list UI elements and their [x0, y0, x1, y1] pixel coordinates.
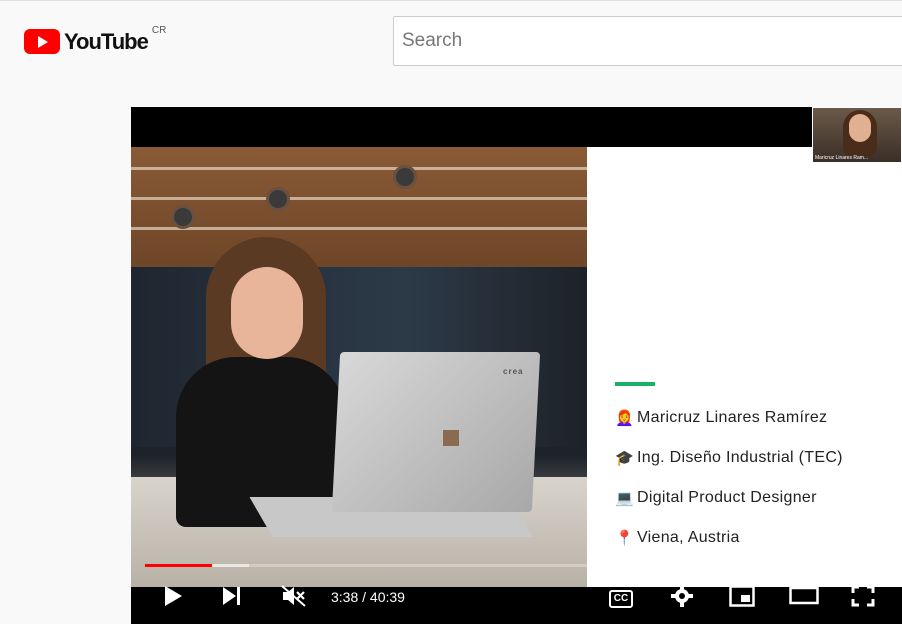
accent-bar [615, 382, 655, 386]
ceiling-light [171, 205, 195, 229]
webcam-face [849, 114, 871, 142]
theater-mode-button[interactable] [789, 585, 819, 613]
volume-muted-icon [281, 585, 306, 607]
laptop [331, 352, 541, 512]
youtube-logo[interactable]: YouTube CR [24, 25, 166, 55]
info-text: Maricruz Linares Ramírez [637, 409, 828, 426]
fullscreen-button[interactable] [851, 585, 875, 613]
info-text: Viena, Austria [637, 529, 740, 546]
mute-button[interactable] [281, 585, 307, 613]
search-input[interactable] [394, 17, 902, 65]
person-icon: 👩‍🦰 [615, 410, 634, 427]
info-name: 👩‍🦰 Maricruz Linares Ramírez [615, 409, 827, 427]
next-button[interactable] [221, 585, 243, 613]
slide-panel: 👩‍🦰 Maricruz Linares Ramírez 🎓 Ing. Dise… [587, 147, 902, 587]
ceiling-slat [131, 197, 587, 200]
play-logo-icon [24, 29, 60, 54]
ceiling-light [393, 165, 417, 189]
play-icon [165, 586, 182, 606]
laptop-brand-text: crea [503, 367, 524, 376]
search-box[interactable] [393, 16, 902, 66]
laptop-logo-icon [443, 430, 459, 446]
miniplayer-icon [729, 585, 755, 607]
player-controls: 3:38 / 40:39 CC [131, 577, 902, 624]
fullscreen-icon [851, 585, 875, 607]
ceiling-light [266, 187, 290, 211]
country-code: CR [151, 25, 167, 36]
settings-button[interactable] [671, 585, 693, 613]
theater-mode-icon [789, 586, 819, 605]
captions-button[interactable]: CC [609, 590, 633, 608]
graduation-cap-icon: 🎓 [615, 450, 634, 467]
miniplayer-button[interactable] [729, 585, 755, 613]
logo-text: YouTube [64, 29, 149, 54]
masthead: YouTube CR [0, 0, 902, 78]
person-face [231, 267, 303, 359]
webcam-overlay: Maricruz Linares Ram... [812, 107, 902, 163]
play-button[interactable] [163, 585, 183, 613]
laptop-icon: 💻 [615, 490, 634, 507]
info-text: Digital Product Designer [637, 489, 817, 506]
ceiling-slat [131, 227, 587, 230]
time-display: 3:38 / 40:39 [331, 589, 405, 605]
progress-played [145, 564, 212, 567]
info-degree: 🎓 Ing. Diseño Industrial (TEC) [615, 449, 843, 467]
info-role: 💻 Digital Product Designer [615, 489, 817, 507]
gear-icon [671, 585, 693, 607]
video-player[interactable]: crea 👩‍🦰 Maricruz Linares Ramírez 🎓 Ing.… [131, 107, 902, 624]
video-photo: crea [131, 147, 587, 587]
progress-bar[interactable] [145, 564, 889, 567]
info-location: 📍 Viena, Austria [615, 529, 740, 547]
pin-icon: 📍 [615, 530, 634, 547]
skip-next-icon [223, 587, 240, 605]
info-text: Ing. Diseño Industrial (TEC) [637, 449, 843, 466]
webcam-label: Maricruz Linares Ram... [815, 155, 869, 161]
ceiling-slat [131, 167, 587, 170]
